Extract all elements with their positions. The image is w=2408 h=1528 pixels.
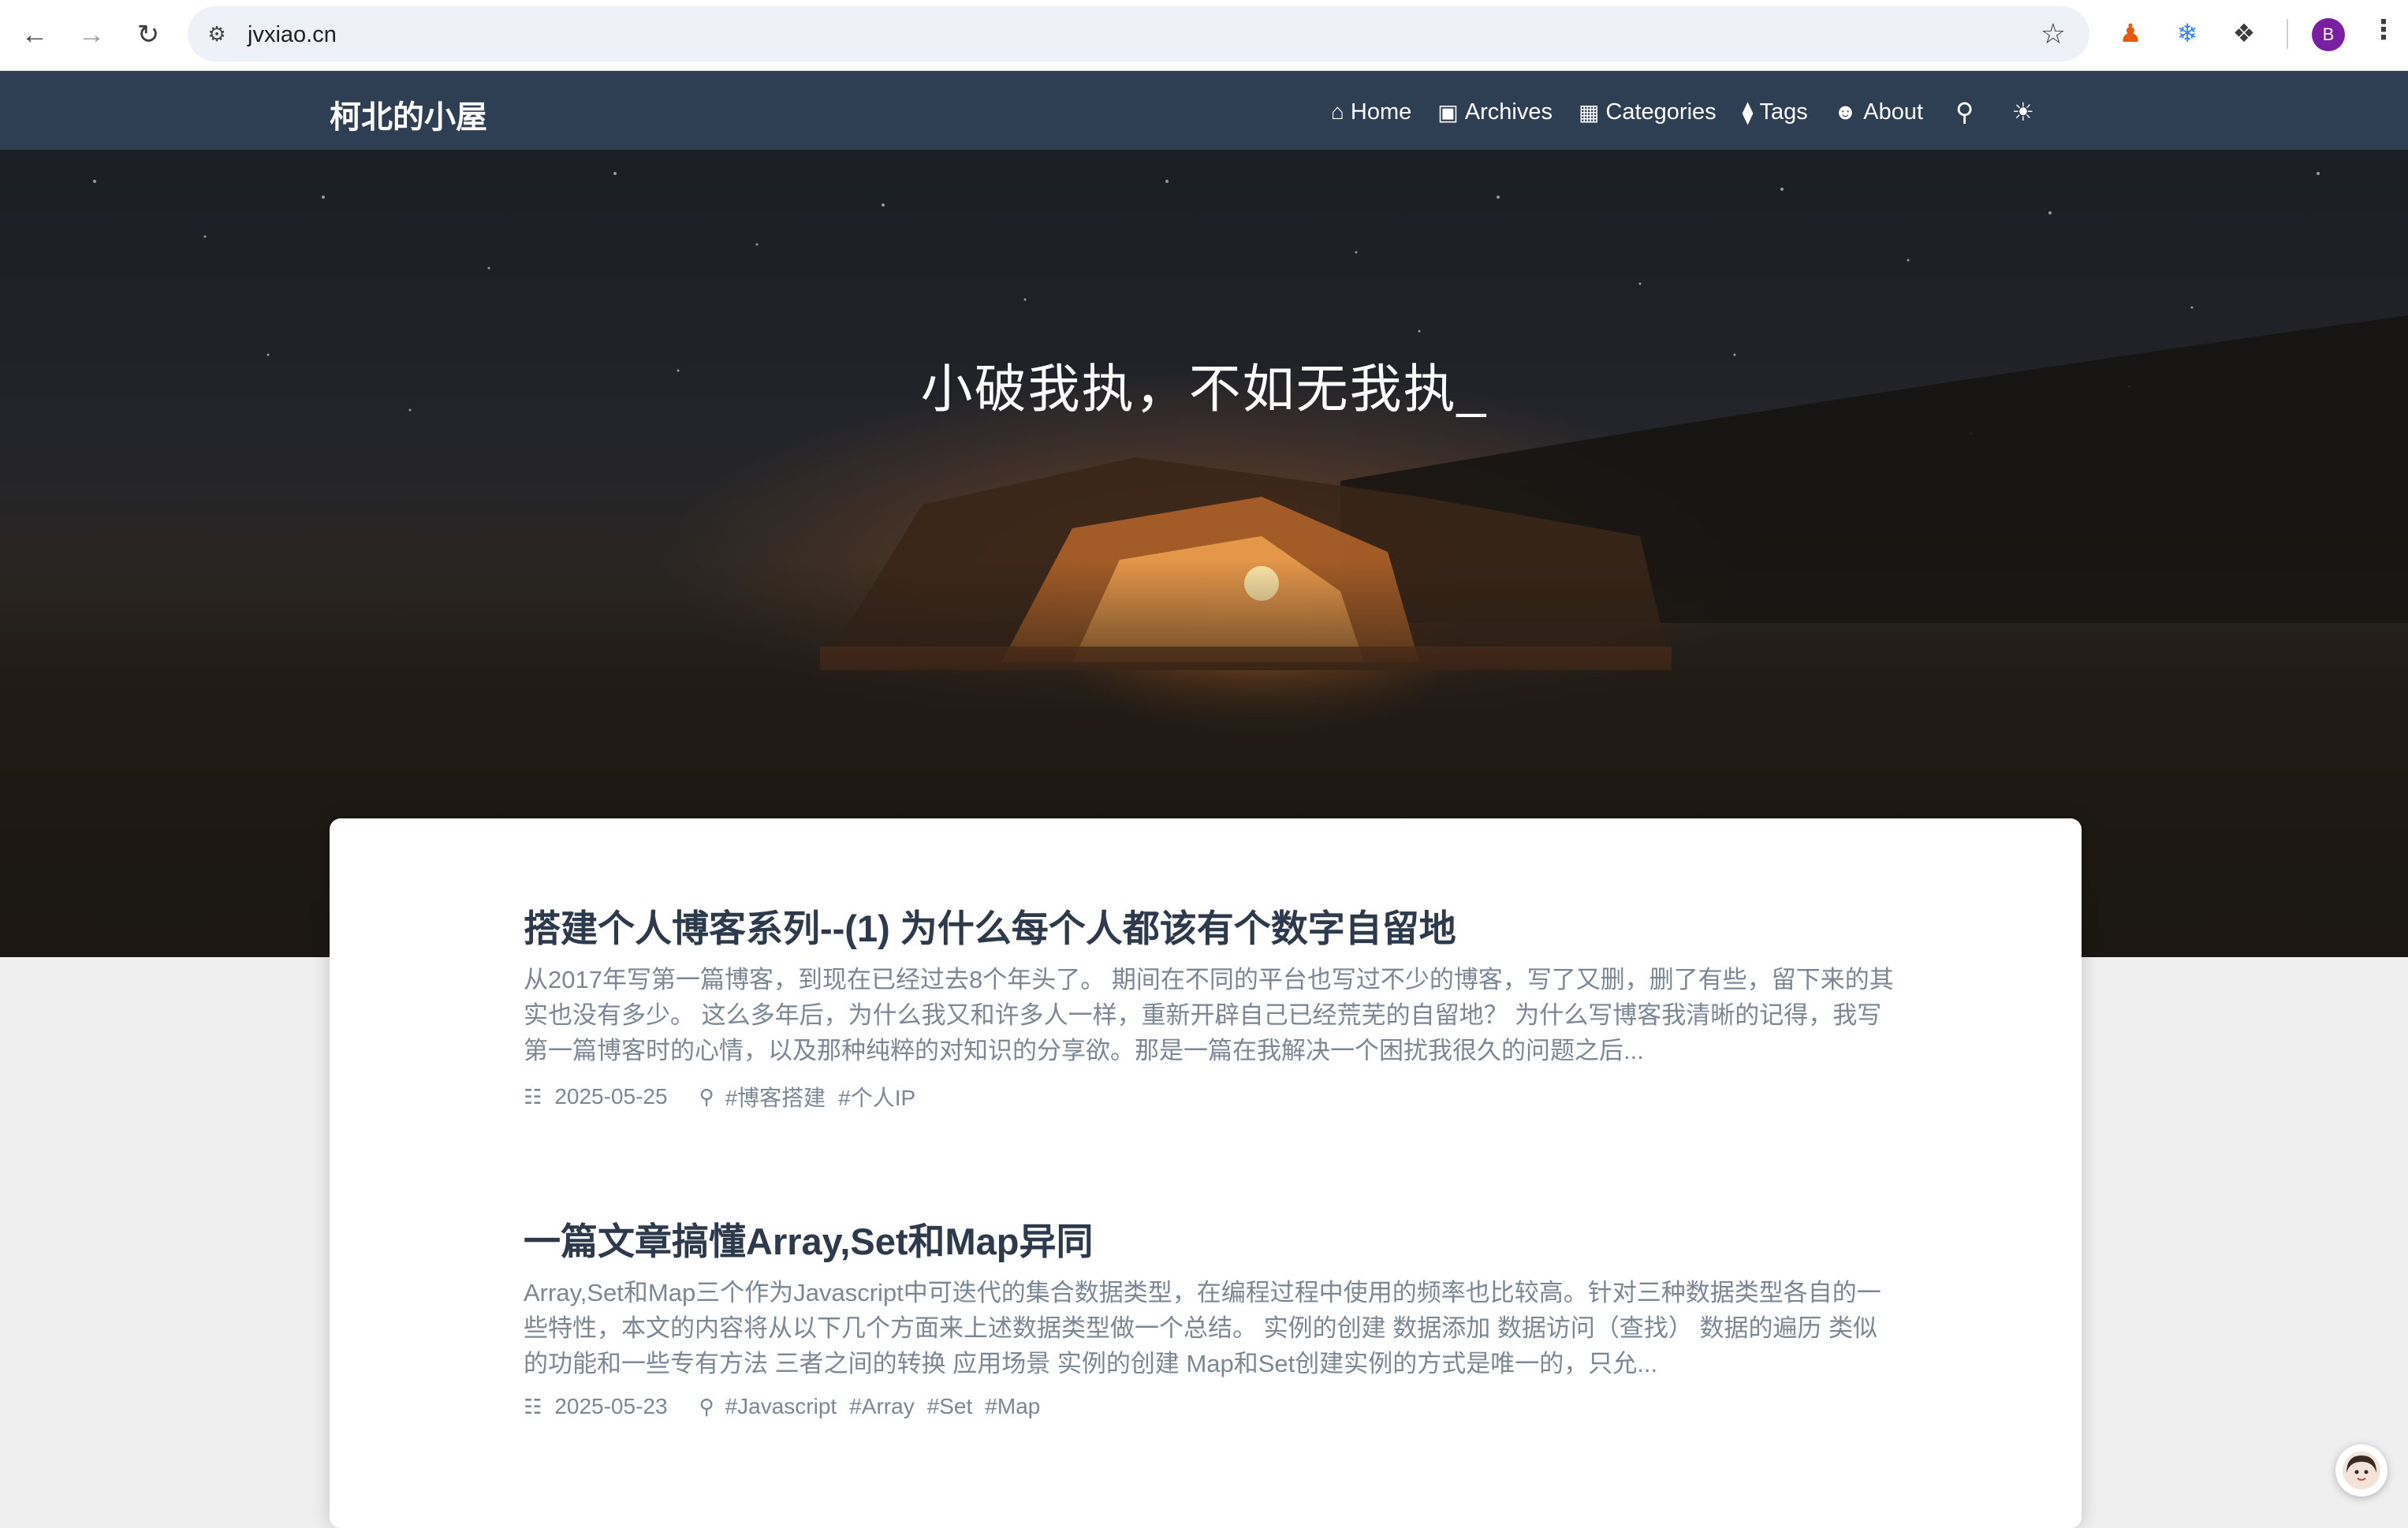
tag-icon: ⚲ [699,1394,714,1418]
toolbar-divider [2287,19,2288,49]
calendar-icon: ☷ [524,1394,542,1418]
post-date: 2025-05-23 [554,1394,668,1418]
browser-toolbar: ← → ↻ ⚙ jvxiao.cn ☆ ♟ ❄ ❖ B ⋮ [0,0,2408,71]
nav-archives[interactable]: ▣ Archives [1437,99,1553,125]
user-icon: ☻ [1833,99,1858,124]
nav-home[interactable]: ⌂ Home [1331,99,1411,125]
nav-tags-label: Tags [1759,99,1808,125]
nav-home-label: Home [1350,99,1412,125]
nav-archives-label: Archives [1464,99,1553,125]
post-item: 一篇文章搞懂Array,Set和Map异同 Array,Set和Map三个作为J… [524,1218,1895,1419]
post-tag[interactable]: #博客搭建 [725,1081,826,1112]
nav-categories-label: Categories [1605,99,1717,125]
back-arrow-icon[interactable]: ← [17,17,52,52]
tag-icon: ⚲ [699,1084,714,1109]
profile-avatar[interactable]: B [2312,18,2345,51]
categories-icon: ▦ [1578,99,1600,125]
archive-icon: ▣ [1437,99,1459,125]
search-icon[interactable]: ⚲ [1955,97,1974,127]
extensions-puzzle-icon[interactable]: ❖ [2227,16,2261,50]
post-tag[interactable]: #Set [927,1394,973,1419]
site-brand[interactable]: 柯北的小屋 [330,91,487,137]
post-tag[interactable]: #Map [985,1394,1040,1419]
nav-about[interactable]: ☻ About [1834,99,1923,125]
post-tag[interactable]: #Array [849,1394,914,1419]
bookmark-star-icon[interactable]: ☆ [2041,17,2066,50]
chat-avatar-button[interactable] [2335,1444,2387,1496]
post-meta: ☷ 2025-05-23 ⚲ #Javascript #Array #Set #… [524,1394,1895,1419]
calendar-icon: ☷ [524,1084,542,1109]
post-excerpt: Array,Set和Map三个作为Javascript中可迭代的集合数据类型，在… [524,1279,1881,1377]
hero-title: 小破我执，不如无我执_ [920,360,1488,418]
site-header: 柯北的小屋 ⌂ Home ▣ Archives ▦ Categories ⧫ T… [0,71,2408,150]
post-date: 2025-05-25 [554,1084,668,1109]
nav-tags[interactable]: ⧫ Tags [1743,99,1808,125]
post-list-card: 搭建个人博客系列--(1) 为什么每个人都该有个数字自留地 从2017年写第一篇… [330,818,2082,1528]
site-info-icon[interactable]: ⚙ [203,20,230,47]
post-title[interactable]: 一篇文章搞懂Array,Set和Map异同 [524,1218,1895,1265]
post-item: 搭建个人博客系列--(1) 为什么每个人都该有个数字自留地 从2017年写第一篇… [524,905,1895,1112]
tags-icon: ⧫ [1742,99,1754,125]
post-title[interactable]: 搭建个人博客系列--(1) 为什么每个人都该有个数字自留地 [524,905,1895,952]
url-text[interactable]: jvxiao.cn [248,22,337,48]
forward-arrow-icon[interactable]: → [74,17,109,52]
main-menu: ⌂ Home ▣ Archives ▦ Categories ⧫ Tags ☻ … [1331,95,2066,129]
post-tag[interactable]: #个人IP [838,1081,915,1112]
girl-avatar-icon [2343,1452,2380,1489]
extension-fox-icon[interactable]: ♟ [2113,16,2148,50]
address-bar[interactable]: ⚙ jvxiao.cn ☆ [188,6,2089,61]
nav-categories[interactable]: ▦ Categories [1579,99,1717,125]
post-excerpt: 从2017年写第一篇博客，到现在已经过去8个年头了。 期间在不同的平台也写过不少… [524,966,1894,1064]
home-icon: ⌂ [1331,99,1344,124]
browser-menu-icon[interactable]: ⋮ [2370,14,2397,46]
reload-icon[interactable]: ↻ [131,17,166,52]
post-meta: ☷ 2025-05-25 ⚲ #博客搭建 #个人IP [524,1081,1895,1112]
extension-snowflake-icon[interactable]: ❄ [2170,16,2205,50]
theme-toggle-sun-icon[interactable]: ☀ [2011,97,2034,127]
post-tag[interactable]: #Javascript [725,1394,837,1419]
nav-about-label: About [1863,99,1924,125]
